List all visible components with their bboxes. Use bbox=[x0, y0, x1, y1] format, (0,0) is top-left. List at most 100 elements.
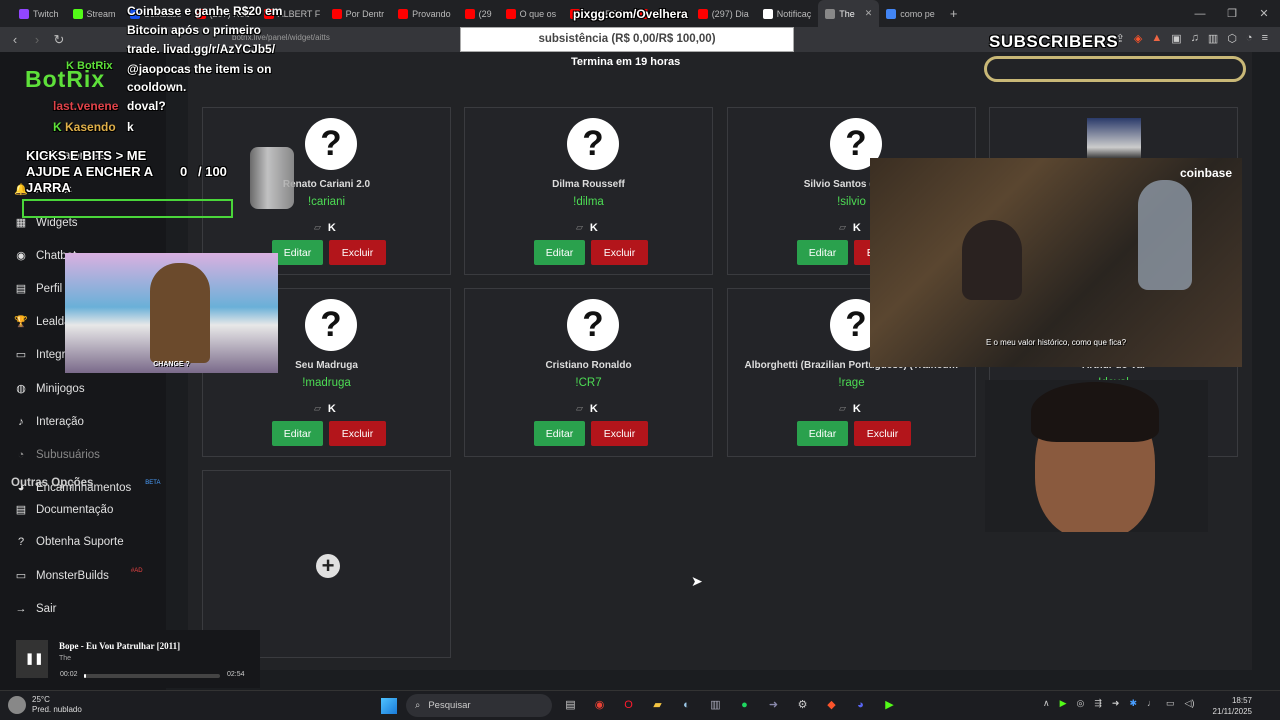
platform-icons: ▱K bbox=[576, 403, 598, 415]
edit-button[interactable]: Editar bbox=[272, 421, 323, 446]
sidebar-item-interacao[interactable]: ♪ Interação bbox=[14, 416, 84, 428]
brave-shield-icon[interactable]: ◈ bbox=[1134, 32, 1142, 45]
task-view-icon[interactable]: ▤ bbox=[561, 696, 580, 715]
volume-icon[interactable]: ◁) bbox=[1185, 698, 1195, 709]
browser-tab[interactable]: Provando bbox=[391, 0, 458, 27]
chrome-icon[interactable]: ◉ bbox=[590, 696, 609, 715]
browser-tab[interactable]: Twitch bbox=[12, 0, 66, 27]
plus-icon[interactable]: + bbox=[316, 554, 340, 578]
minimize-icon[interactable]: — bbox=[1184, 8, 1216, 20]
sidebar-item-documentacao[interactable]: ▤ Documentação bbox=[14, 503, 114, 517]
track-artist: The bbox=[59, 655, 72, 662]
delete-button[interactable]: Excluir bbox=[591, 240, 648, 265]
track-progress[interactable] bbox=[84, 674, 220, 678]
brave-rewards-icon[interactable]: ▲ bbox=[1151, 32, 1162, 45]
brave-icon[interactable]: ◆ bbox=[822, 696, 841, 715]
edit-button[interactable]: Editar bbox=[272, 240, 323, 265]
browser-tab[interactable]: Notificaç bbox=[756, 0, 819, 27]
clock[interactable]: 18:57 21/11/2025 bbox=[1213, 695, 1252, 717]
delete-button[interactable]: Excluir bbox=[854, 421, 911, 446]
browser-tab[interactable]: The ✕ bbox=[818, 0, 880, 27]
maximize-icon[interactable]: ❐ bbox=[1216, 7, 1248, 20]
browser-tab[interactable]: (297) Dia bbox=[691, 0, 756, 27]
tab-favicon-icon bbox=[505, 8, 516, 19]
windows-taskbar: 25°C Pred. nublado ⌕ Pesquisar ▤ ◉ O ▰ ◐ ▥… bbox=[0, 690, 1280, 720]
pause-icon[interactable]: ❚❚ bbox=[25, 652, 43, 665]
arrow-app-icon[interactable]: ➜ bbox=[764, 696, 783, 715]
edit-button[interactable]: Editar bbox=[797, 240, 848, 265]
audio-app-icon[interactable]: ▥ bbox=[706, 696, 725, 715]
close-tab-icon[interactable]: ✕ bbox=[865, 8, 873, 19]
windows-start-icon[interactable] bbox=[381, 698, 397, 714]
sidebar-item-label: Subusuários bbox=[36, 449, 100, 461]
question-mark-icon: ? bbox=[305, 118, 357, 170]
mic-icon[interactable]: ♩ bbox=[1147, 698, 1156, 709]
kick-app-icon[interactable]: ▶ bbox=[880, 696, 899, 715]
edit-button[interactable]: Editar bbox=[534, 421, 585, 446]
sidebar-toggle-icon[interactable]: ▥ bbox=[1208, 32, 1218, 45]
profile-icon[interactable]: ◔ bbox=[1246, 32, 1253, 45]
sidebar-item-perfil[interactable]: ▤ Perfil bbox=[14, 282, 62, 296]
question-mark-icon: ? bbox=[567, 118, 619, 170]
sidebar-item-monsterbuilds[interactable]: ▭ MonsterBuilds #AD bbox=[14, 568, 143, 583]
edit-button[interactable]: Editar bbox=[797, 421, 848, 446]
robot-icon: ◉ bbox=[16, 250, 26, 262]
taskbar-search[interactable]: ⌕ Pesquisar bbox=[406, 694, 552, 717]
chevron-up-icon[interactable]: ∧ bbox=[1043, 698, 1050, 709]
track-title: Bope - Eu Vou Patrulhar [2011] bbox=[59, 641, 181, 651]
twitch-icon: ▱ bbox=[839, 222, 846, 232]
goal-bar: subsistência (R$ 0,00/R$ 100,00) bbox=[460, 27, 794, 52]
spotify-icon[interactable]: ● bbox=[735, 696, 754, 715]
vpn-icon[interactable]: ⬡ bbox=[1227, 32, 1237, 45]
menu-icon[interactable]: ≡ bbox=[1262, 32, 1268, 45]
voice-avatar-image bbox=[1087, 118, 1141, 160]
tab-favicon-icon bbox=[72, 8, 83, 19]
back-icon[interactable]: ‹ bbox=[4, 32, 26, 47]
kick-icon: K bbox=[53, 120, 65, 134]
browser-tab[interactable]: como pe bbox=[879, 0, 942, 27]
new-tab-button[interactable]: + bbox=[942, 6, 966, 21]
sidebar-item-subusuarios[interactable]: ◔ Subusuários bbox=[14, 449, 100, 461]
network-icon[interactable]: ▭ bbox=[1166, 698, 1175, 709]
weather-widget[interactable]: 25°C Pred. nublado bbox=[8, 695, 82, 715]
tab-label: como pe bbox=[900, 8, 935, 19]
delete-button[interactable]: Excluir bbox=[591, 421, 648, 446]
edit-button[interactable]: Editar bbox=[534, 240, 585, 265]
twitch-icon: ▱ bbox=[314, 403, 321, 413]
sidebar-item-obtenha-suporte[interactable]: ? Obtenha Suporte bbox=[14, 536, 124, 548]
delete-button[interactable]: Excluir bbox=[329, 240, 386, 265]
kick-icon: K bbox=[589, 403, 598, 415]
steam-icon[interactable]: ◐ bbox=[677, 696, 696, 715]
browser-tab[interactable]: Por Dentr bbox=[325, 0, 392, 27]
wallet-icon[interactable]: ▣ bbox=[1171, 32, 1181, 45]
close-window-icon[interactable]: ✕ bbox=[1248, 7, 1280, 20]
settings-icon[interactable]: ⚙ bbox=[793, 696, 812, 715]
other-options-title: Outras Opções bbox=[11, 477, 94, 489]
kick-icon: K bbox=[589, 222, 598, 234]
folder-icon[interactable]: ▰ bbox=[648, 696, 667, 715]
reload-icon[interactable]: ↻ bbox=[48, 32, 70, 48]
share-tray-icon[interactable]: ⇶ bbox=[1094, 698, 1102, 709]
opera-icon[interactable]: O bbox=[619, 696, 638, 715]
forward-icon[interactable]: › bbox=[26, 32, 48, 47]
sidebar-item-sair[interactable]: → Sair bbox=[14, 603, 57, 615]
tray-app-icon[interactable]: ◎ bbox=[1077, 698, 1085, 709]
delete-button[interactable]: Excluir bbox=[329, 421, 386, 446]
discord-icon[interactable]: ◕ bbox=[851, 696, 870, 715]
tab-favicon-icon bbox=[886, 8, 897, 19]
tab-favicon-icon bbox=[762, 8, 773, 19]
taskbar-apps: ▤ ◉ O ▰ ◐ ▥ ● ➜ ⚙ ◆ ◕ ▶ bbox=[561, 696, 899, 715]
music-ext-icon[interactable]: ♫ bbox=[1191, 32, 1199, 45]
subscribers-label: SUBSCRIBERS bbox=[989, 32, 1119, 51]
bluetooth-icon[interactable]: ✱ bbox=[1129, 698, 1137, 709]
sidebar-item-minijogos[interactable]: ◍ Minijogos bbox=[14, 382, 84, 396]
kick-tray-icon[interactable]: ▶ bbox=[1060, 698, 1067, 709]
browser-tab[interactable]: Stream bbox=[66, 0, 123, 27]
arrow-tray-icon[interactable]: ➜ bbox=[1112, 698, 1120, 709]
browser-tab[interactable]: (29 bbox=[458, 0, 499, 27]
current-time: 00:02 bbox=[60, 671, 78, 678]
tab-label: The bbox=[839, 8, 855, 19]
platform-icons: ▱K bbox=[314, 403, 336, 415]
browser-tab[interactable]: O que os bbox=[499, 0, 564, 27]
users-icon: ◔ bbox=[17, 449, 25, 461]
